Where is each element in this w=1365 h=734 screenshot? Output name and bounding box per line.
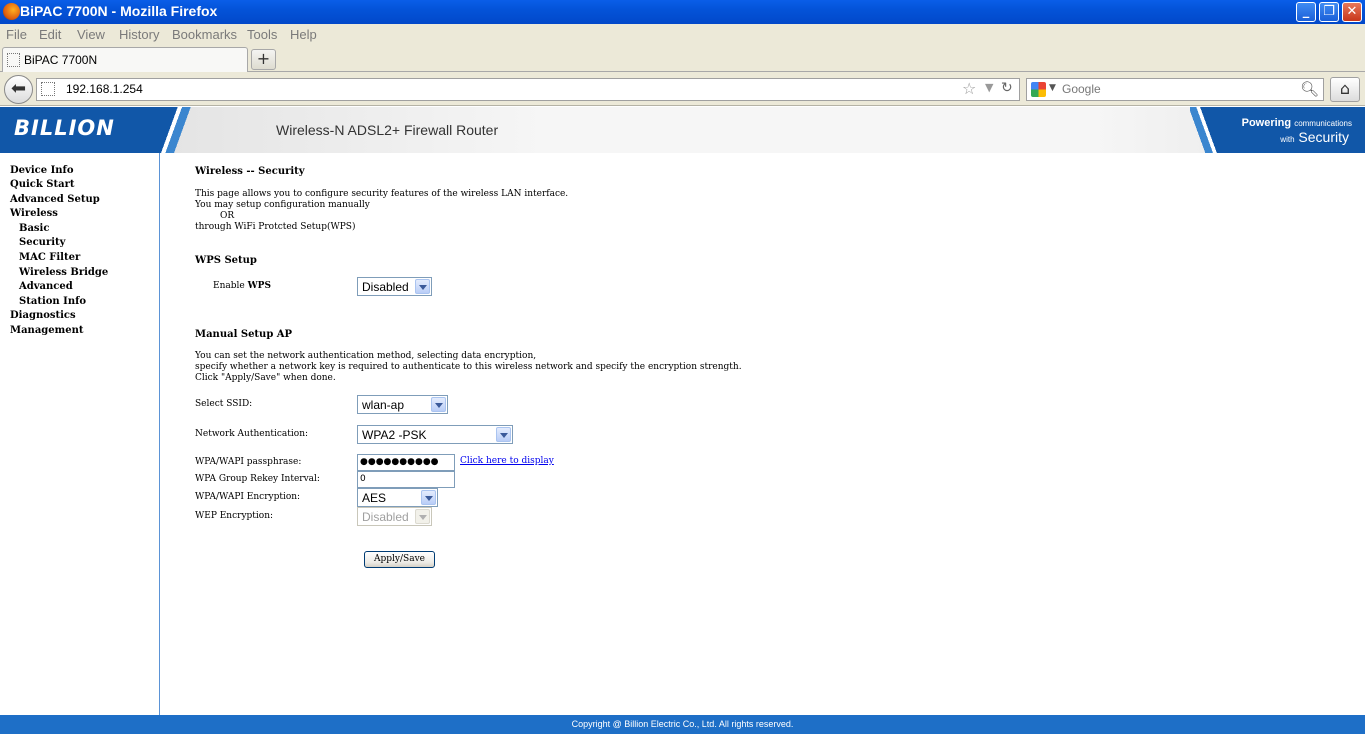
auth-label: Network Authentication:: [195, 429, 309, 439]
search-engine-dropdown-icon[interactable]: ▼: [1049, 83, 1056, 93]
ssid-label: Select SSID:: [195, 399, 253, 409]
intro-line3: OR: [220, 211, 235, 221]
apply-save-button[interactable]: Apply/Save: [364, 551, 435, 568]
nav-device-info[interactable]: Device Info: [10, 165, 74, 176]
bookmark-star-icon[interactable]: ☆: [962, 79, 976, 98]
intro-line2: You may setup configuration manually: [195, 200, 370, 210]
nav-wireless[interactable]: Wireless: [10, 208, 58, 219]
slogan-line1: Powering communications: [1241, 117, 1352, 129]
left-nav-menu: Device Info Quick Start Advanced Setup W…: [0, 153, 160, 715]
back-arrow-icon: ⬅: [10, 78, 27, 99]
menu-file[interactable]: File: [6, 27, 27, 42]
footer-copyright: Copyright @ Billion Electric Co., Ltd. A…: [0, 715, 1365, 734]
intro-line1: This page allows you to configure securi…: [195, 189, 569, 199]
nav-wireless-security[interactable]: Security: [19, 237, 65, 248]
url-bar[interactable]: 192.168.1.254 ☆ ▼ ↻: [36, 78, 1020, 101]
rekey-input[interactable]: 0: [357, 471, 455, 488]
history-dropdown-icon[interactable]: ▼: [985, 81, 993, 94]
auth-select[interactable]: WPA2 -PSK: [357, 425, 513, 444]
chevron-down-icon[interactable]: [421, 490, 436, 505]
menu-tools[interactable]: Tools: [247, 27, 277, 42]
intro-line4: through WiFi Protcted Setup(WPS): [195, 222, 356, 232]
minimize-button[interactable]: _: [1296, 2, 1316, 22]
manual-desc-line3: Click "Apply/Save" when done.: [195, 373, 336, 383]
page-title: Wireless -- Security: [195, 166, 305, 177]
billion-logo: BILLION: [14, 116, 115, 140]
nav-station-info[interactable]: Station Info: [19, 296, 86, 307]
rekey-label: WPA Group Rekey Interval:: [195, 474, 320, 484]
menubar: File Edit View History Bookmarks Tools H…: [0, 24, 1365, 46]
passphrase-label: WPA/WAPI passphrase:: [195, 457, 302, 467]
home-button[interactable]: ⌂: [1330, 77, 1360, 102]
nav-wireless-advanced[interactable]: Advanced: [19, 281, 73, 292]
site-identity-icon[interactable]: [41, 82, 55, 96]
nav-mac-filter[interactable]: MAC Filter: [19, 252, 80, 263]
main-content: Wireless -- Security This page allows yo…: [195, 153, 1345, 713]
display-passphrase-link[interactable]: Click here to display: [460, 456, 554, 466]
chevron-down-icon[interactable]: [415, 279, 430, 294]
firefox-icon: [3, 3, 20, 20]
tab-label: BiPAC 7700N: [24, 53, 98, 67]
nav-wireless-basic[interactable]: Basic: [19, 223, 49, 234]
nav-wireless-bridge[interactable]: Wireless Bridge: [19, 267, 108, 278]
back-button[interactable]: ⬅: [4, 75, 33, 104]
menu-bookmarks[interactable]: Bookmarks: [172, 27, 237, 42]
nav-quick-start[interactable]: Quick Start: [10, 179, 75, 190]
nav-advanced-setup[interactable]: Advanced Setup: [10, 194, 100, 205]
passphrase-input[interactable]: ●●●●●●●●●●: [357, 454, 455, 471]
wep-label: WEP Encryption:: [195, 511, 274, 521]
tab-strip: BiPAC 7700N +: [0, 46, 1365, 72]
search-bar[interactable]: ▼ Google 🔍︎: [1026, 78, 1324, 101]
google-icon[interactable]: [1031, 82, 1046, 97]
tab-bipac[interactable]: BiPAC 7700N: [2, 47, 248, 72]
slogan-line2: with Security: [1280, 129, 1349, 145]
wep-select: Disabled: [357, 507, 432, 526]
manual-desc-line2: specify whether a network key is require…: [195, 362, 742, 372]
chevron-down-icon[interactable]: [496, 427, 511, 442]
maximize-button[interactable]: ❐: [1319, 2, 1339, 22]
page-icon: [7, 53, 20, 67]
router-header: BILLION Wireless-N ADSL2+ Firewall Route…: [0, 107, 1365, 153]
menu-edit[interactable]: Edit: [39, 27, 61, 42]
encryption-label: WPA/WAPI Encryption:: [195, 492, 301, 502]
search-icon[interactable]: 🔍︎: [1300, 80, 1319, 98]
ssid-select[interactable]: wlan-ap: [357, 395, 448, 414]
new-tab-button[interactable]: +: [251, 49, 276, 70]
window-title: BiPAC 7700N - Mozilla Firefox: [20, 3, 218, 19]
wps-select[interactable]: Disabled: [357, 277, 432, 296]
menu-help[interactable]: Help: [290, 27, 317, 42]
manual-desc-line1: You can set the network authentication m…: [195, 351, 537, 361]
close-button[interactable]: ✕: [1342, 2, 1362, 22]
nav-diagnostics[interactable]: Diagnostics: [10, 310, 76, 321]
home-icon: ⌂: [1339, 79, 1351, 98]
encryption-select[interactable]: AES: [357, 488, 438, 507]
window-titlebar: BiPAC 7700N - Mozilla Firefox _ ❐ ✕: [0, 0, 1365, 24]
search-placeholder[interactable]: Google: [1062, 82, 1101, 96]
menu-history[interactable]: History: [119, 27, 159, 42]
chevron-down-icon: [415, 509, 430, 524]
navigation-toolbar: ⬅ 192.168.1.254 ☆ ▼ ↻ ▼ Google 🔍︎ ⌂: [0, 72, 1365, 106]
reload-icon[interactable]: ↻: [1001, 80, 1013, 96]
nav-management[interactable]: Management: [10, 325, 84, 336]
wps-heading: WPS Setup: [195, 255, 257, 266]
chevron-down-icon[interactable]: [431, 397, 446, 412]
manual-setup-heading: Manual Setup AP: [195, 329, 293, 340]
url-text[interactable]: 192.168.1.254: [66, 82, 143, 96]
product-name: Wireless-N ADSL2+ Firewall Router: [276, 122, 499, 138]
menu-view[interactable]: View: [77, 27, 105, 42]
enable-wps-label: Enable WPS: [213, 281, 271, 291]
